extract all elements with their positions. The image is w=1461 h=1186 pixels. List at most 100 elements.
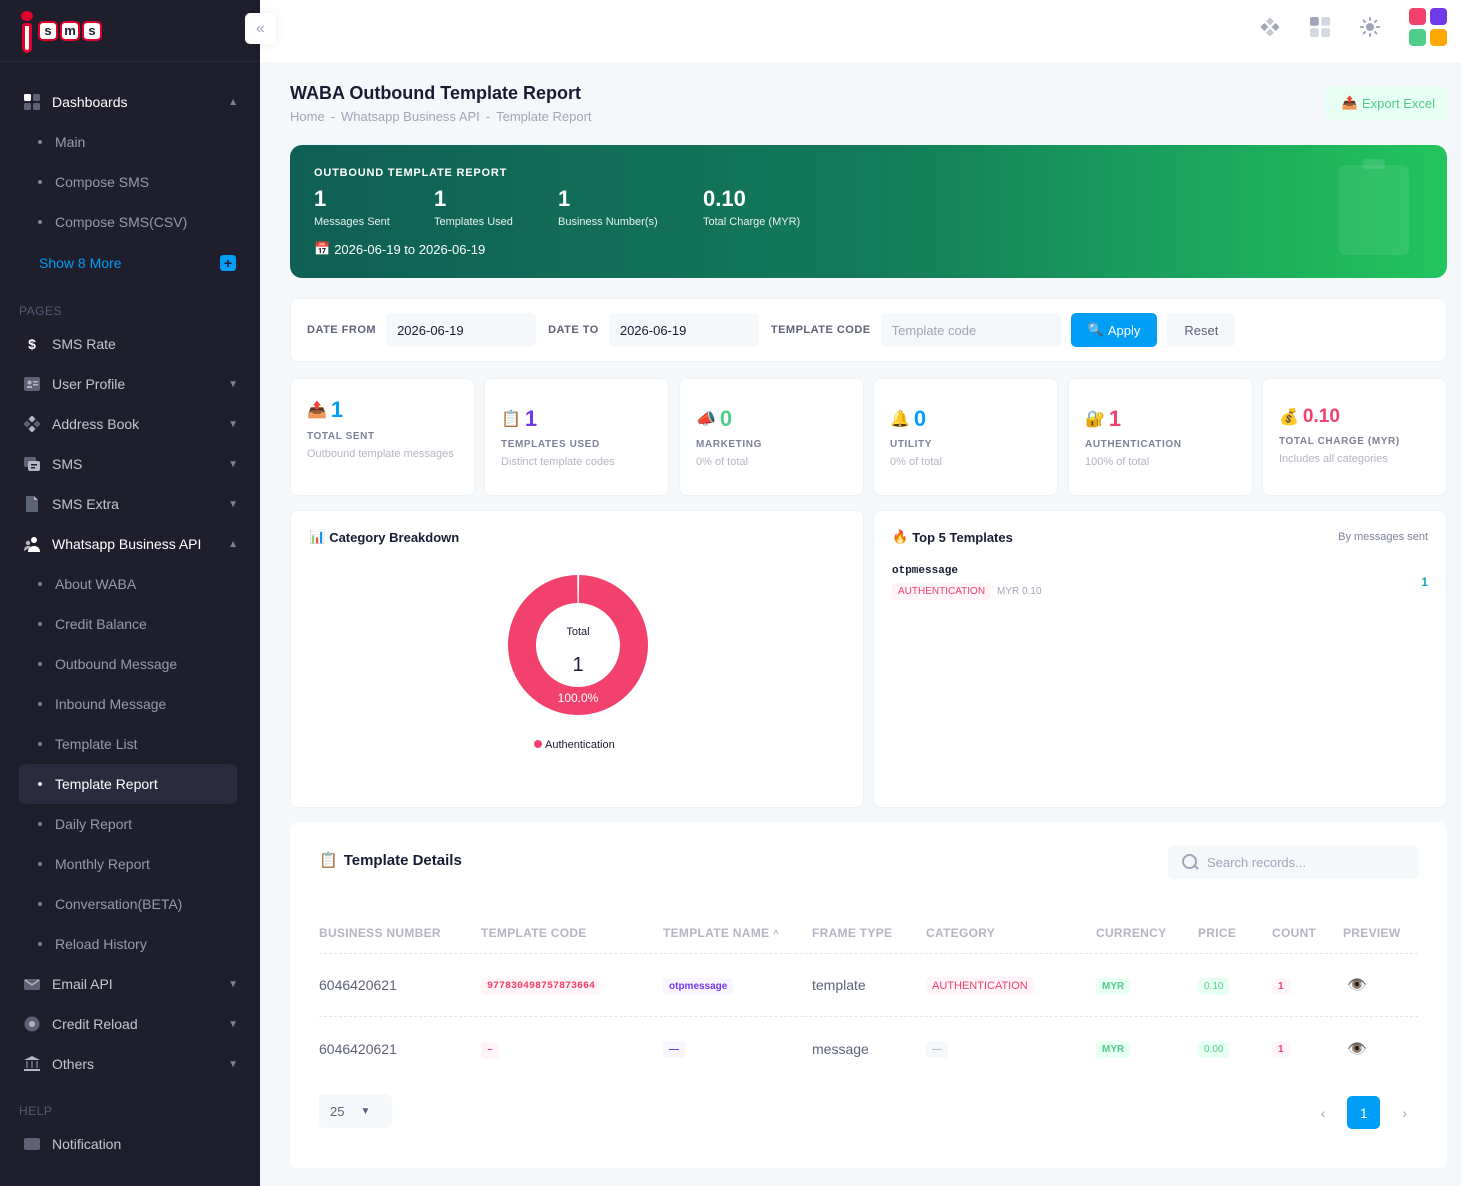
money-bag-icon: 💰 bbox=[1279, 409, 1299, 426]
column-header-business-number[interactable]: BUSINESS NUMBER bbox=[319, 926, 481, 940]
category-badge: — bbox=[926, 1041, 948, 1058]
eye-preview-icon[interactable]: 👁️ bbox=[1343, 1041, 1367, 1058]
breadcrumb-whatsapp-business-api[interactable]: Whatsapp Business API bbox=[341, 109, 480, 124]
sidebar-subitem-template-list[interactable]: Template List bbox=[0, 724, 260, 764]
top-template-item[interactable]: otpmessage AUTHENTICATION MYR 0.10 1 bbox=[892, 565, 1428, 600]
template-code-badge: – bbox=[481, 1041, 500, 1059]
column-header-template-name[interactable]: TEMPLATE NAME ^ bbox=[663, 926, 812, 940]
sidebar-subitem-template-report[interactable]: Template Report bbox=[19, 764, 237, 804]
legend-label[interactable]: Authentication bbox=[545, 739, 615, 751]
bullet-icon bbox=[38, 220, 42, 224]
sun-theme-icon[interactable] bbox=[1359, 16, 1381, 38]
sidebar-item-sms[interactable]: SMS ▼ bbox=[0, 444, 260, 484]
export-excel-button[interactable]: 📤 Export Excel bbox=[1325, 86, 1447, 120]
template-code-input[interactable] bbox=[880, 313, 1061, 347]
template-code-label: TEMPLATE CODE bbox=[770, 324, 871, 336]
stat-value: 1 bbox=[330, 397, 344, 422]
prev-page-icon[interactable]: ‹ bbox=[1321, 1105, 1326, 1121]
reset-button[interactable]: Reset bbox=[1167, 313, 1236, 347]
bullet-icon bbox=[38, 822, 42, 826]
isms-logo[interactable]: s m s bbox=[0, 0, 260, 62]
sort-ascending-icon: ^ bbox=[772, 928, 780, 940]
page-button-current[interactable]: 1 bbox=[1347, 1096, 1381, 1129]
sidebar-collapse-button[interactable]: « bbox=[245, 13, 276, 44]
sidebar-item-label: SMS Extra bbox=[52, 496, 119, 512]
lock-key-icon: 🔐 bbox=[1085, 411, 1105, 428]
sidebar-item-sms-rate[interactable]: $ SMS Rate bbox=[0, 324, 260, 364]
bullet-icon bbox=[38, 180, 42, 184]
chevron-down-icon: ▼ bbox=[228, 498, 238, 510]
sidebar: s m s Dashboards ▲ Main Compose SMS Comp… bbox=[0, 0, 260, 1186]
sidebar-item-email-api[interactable]: Email API ▼ bbox=[0, 964, 260, 1004]
banner-stat-total-charge: 0.10 Total Charge (MYR) bbox=[703, 186, 800, 228]
dashboard-grid-icon[interactable] bbox=[1309, 16, 1331, 38]
panel-subtitle: By messages sent bbox=[1338, 531, 1428, 543]
sidebar-item-notification[interactable]: Notification bbox=[0, 1124, 260, 1164]
sidebar-subitem-outbound-message[interactable]: Outbound Message bbox=[0, 644, 260, 684]
column-header-template-code[interactable]: TEMPLATE CODE bbox=[481, 926, 663, 940]
sidebar-subitem-credit-balance[interactable]: Credit Balance bbox=[0, 604, 260, 644]
apply-button[interactable]: 🔍 Apply bbox=[1070, 313, 1158, 347]
banner-stat-value: 1 bbox=[314, 186, 327, 211]
show-more-link[interactable]: Show 8 More + bbox=[0, 242, 260, 284]
sidebar-subitem-monthly-report[interactable]: Monthly Report bbox=[0, 844, 260, 884]
column-header-currency[interactable]: CURRENCY bbox=[1096, 926, 1198, 940]
page-title: WABA Outbound Template Report bbox=[290, 83, 581, 103]
sidebar-item-dashboards[interactable]: Dashboards ▲ bbox=[0, 82, 260, 122]
cell-business-number: 6046420621 bbox=[319, 977, 397, 993]
sidebar-subitem-about-waba[interactable]: About WABA bbox=[0, 564, 260, 604]
sidebar-subitem-label: Template List bbox=[55, 736, 138, 752]
sidebar-item-others[interactable]: Others ▼ bbox=[0, 1044, 260, 1084]
column-header-count[interactable]: COUNT bbox=[1272, 926, 1343, 940]
column-header-frame-type[interactable]: FRAME TYPE bbox=[812, 926, 926, 940]
sidebar-subitem-conversation-beta[interactable]: Conversation(BETA) bbox=[0, 884, 260, 924]
column-header-preview: PREVIEW bbox=[1343, 925, 1401, 940]
sidebar-item-sms-extra[interactable]: SMS Extra ▼ bbox=[0, 484, 260, 524]
document-icon bbox=[24, 496, 40, 512]
sidebar-subitem-compose-sms[interactable]: Compose SMS bbox=[0, 162, 260, 202]
date-range-text: 2026-06-19 to 2026-06-19 bbox=[334, 241, 486, 257]
apps-menu-icon[interactable] bbox=[1409, 8, 1447, 46]
banner-stat-label: Templates Used bbox=[434, 216, 513, 228]
sidebar-subitem-inbound-message[interactable]: Inbound Message bbox=[0, 684, 260, 724]
sidebar-item-user-profile[interactable]: User Profile ▼ bbox=[0, 364, 260, 404]
sidebar-subitem-label: Credit Balance bbox=[55, 616, 147, 632]
template-details-table: BUSINESS NUMBER TEMPLATE CODE TEMPLATE N… bbox=[319, 912, 1418, 1080]
cell-business-number: 6046420621 bbox=[319, 1040, 397, 1057]
stat-label: UTILITY bbox=[890, 439, 932, 450]
email-icon bbox=[24, 976, 40, 992]
stat-label: TOTAL CHARGE (MYR) bbox=[1279, 436, 1400, 447]
sidebar-subitem-daily-report[interactable]: Daily Report bbox=[0, 804, 260, 844]
sidebar-item-credit-reload[interactable]: Credit Reload ▼ bbox=[0, 1004, 260, 1044]
currency-badge: MYR bbox=[1096, 977, 1131, 995]
address-book-header-icon[interactable] bbox=[1259, 16, 1281, 38]
chevron-down-icon: ▼ bbox=[228, 458, 238, 470]
column-header-price[interactable]: PRICE bbox=[1198, 926, 1272, 940]
search-input[interactable] bbox=[1207, 854, 1397, 870]
breadcrumb-home[interactable]: Home bbox=[290, 109, 325, 124]
sidebar-item-address-book[interactable]: Address Book ▼ bbox=[0, 404, 260, 444]
app-tile bbox=[1409, 8, 1426, 25]
date-to-input[interactable] bbox=[608, 313, 759, 347]
breadcrumb-current: Template Report bbox=[496, 109, 592, 124]
logo-letter: m bbox=[60, 20, 80, 41]
donut-slice-label: 100.0% bbox=[558, 691, 599, 705]
stat-label: MARKETING bbox=[696, 439, 762, 450]
sidebar-subitem-main[interactable]: Main bbox=[0, 122, 260, 162]
donut-slice-authentication[interactable] bbox=[508, 575, 648, 715]
banner-stat-label: Business Number(s) bbox=[558, 216, 658, 228]
count-badge: 1 bbox=[1272, 1041, 1290, 1058]
page-size-select[interactable]: 25 ▼ bbox=[319, 1094, 392, 1128]
sidebar-item-whatsapp-business-api[interactable]: Whatsapp Business API ▲ bbox=[0, 524, 260, 564]
column-header-category[interactable]: CATEGORY bbox=[926, 926, 1096, 940]
next-page-icon[interactable]: › bbox=[1402, 1105, 1407, 1121]
date-from-input[interactable] bbox=[386, 313, 537, 347]
sidebar-subitem-reload-history[interactable]: Reload History bbox=[0, 924, 260, 964]
banner-date-range: 📅 2026-06-19 to 2026-06-19 bbox=[314, 241, 485, 257]
bullet-icon bbox=[38, 782, 42, 786]
date-from-label: DATE FROM bbox=[307, 324, 377, 336]
category-donut-chart: Total 1 100.0% Authentication bbox=[508, 575, 648, 751]
legend-dot bbox=[534, 740, 542, 748]
sidebar-subitem-compose-sms-csv[interactable]: Compose SMS(CSV) bbox=[0, 202, 260, 242]
eye-preview-icon[interactable]: 👁️ bbox=[1343, 977, 1367, 994]
